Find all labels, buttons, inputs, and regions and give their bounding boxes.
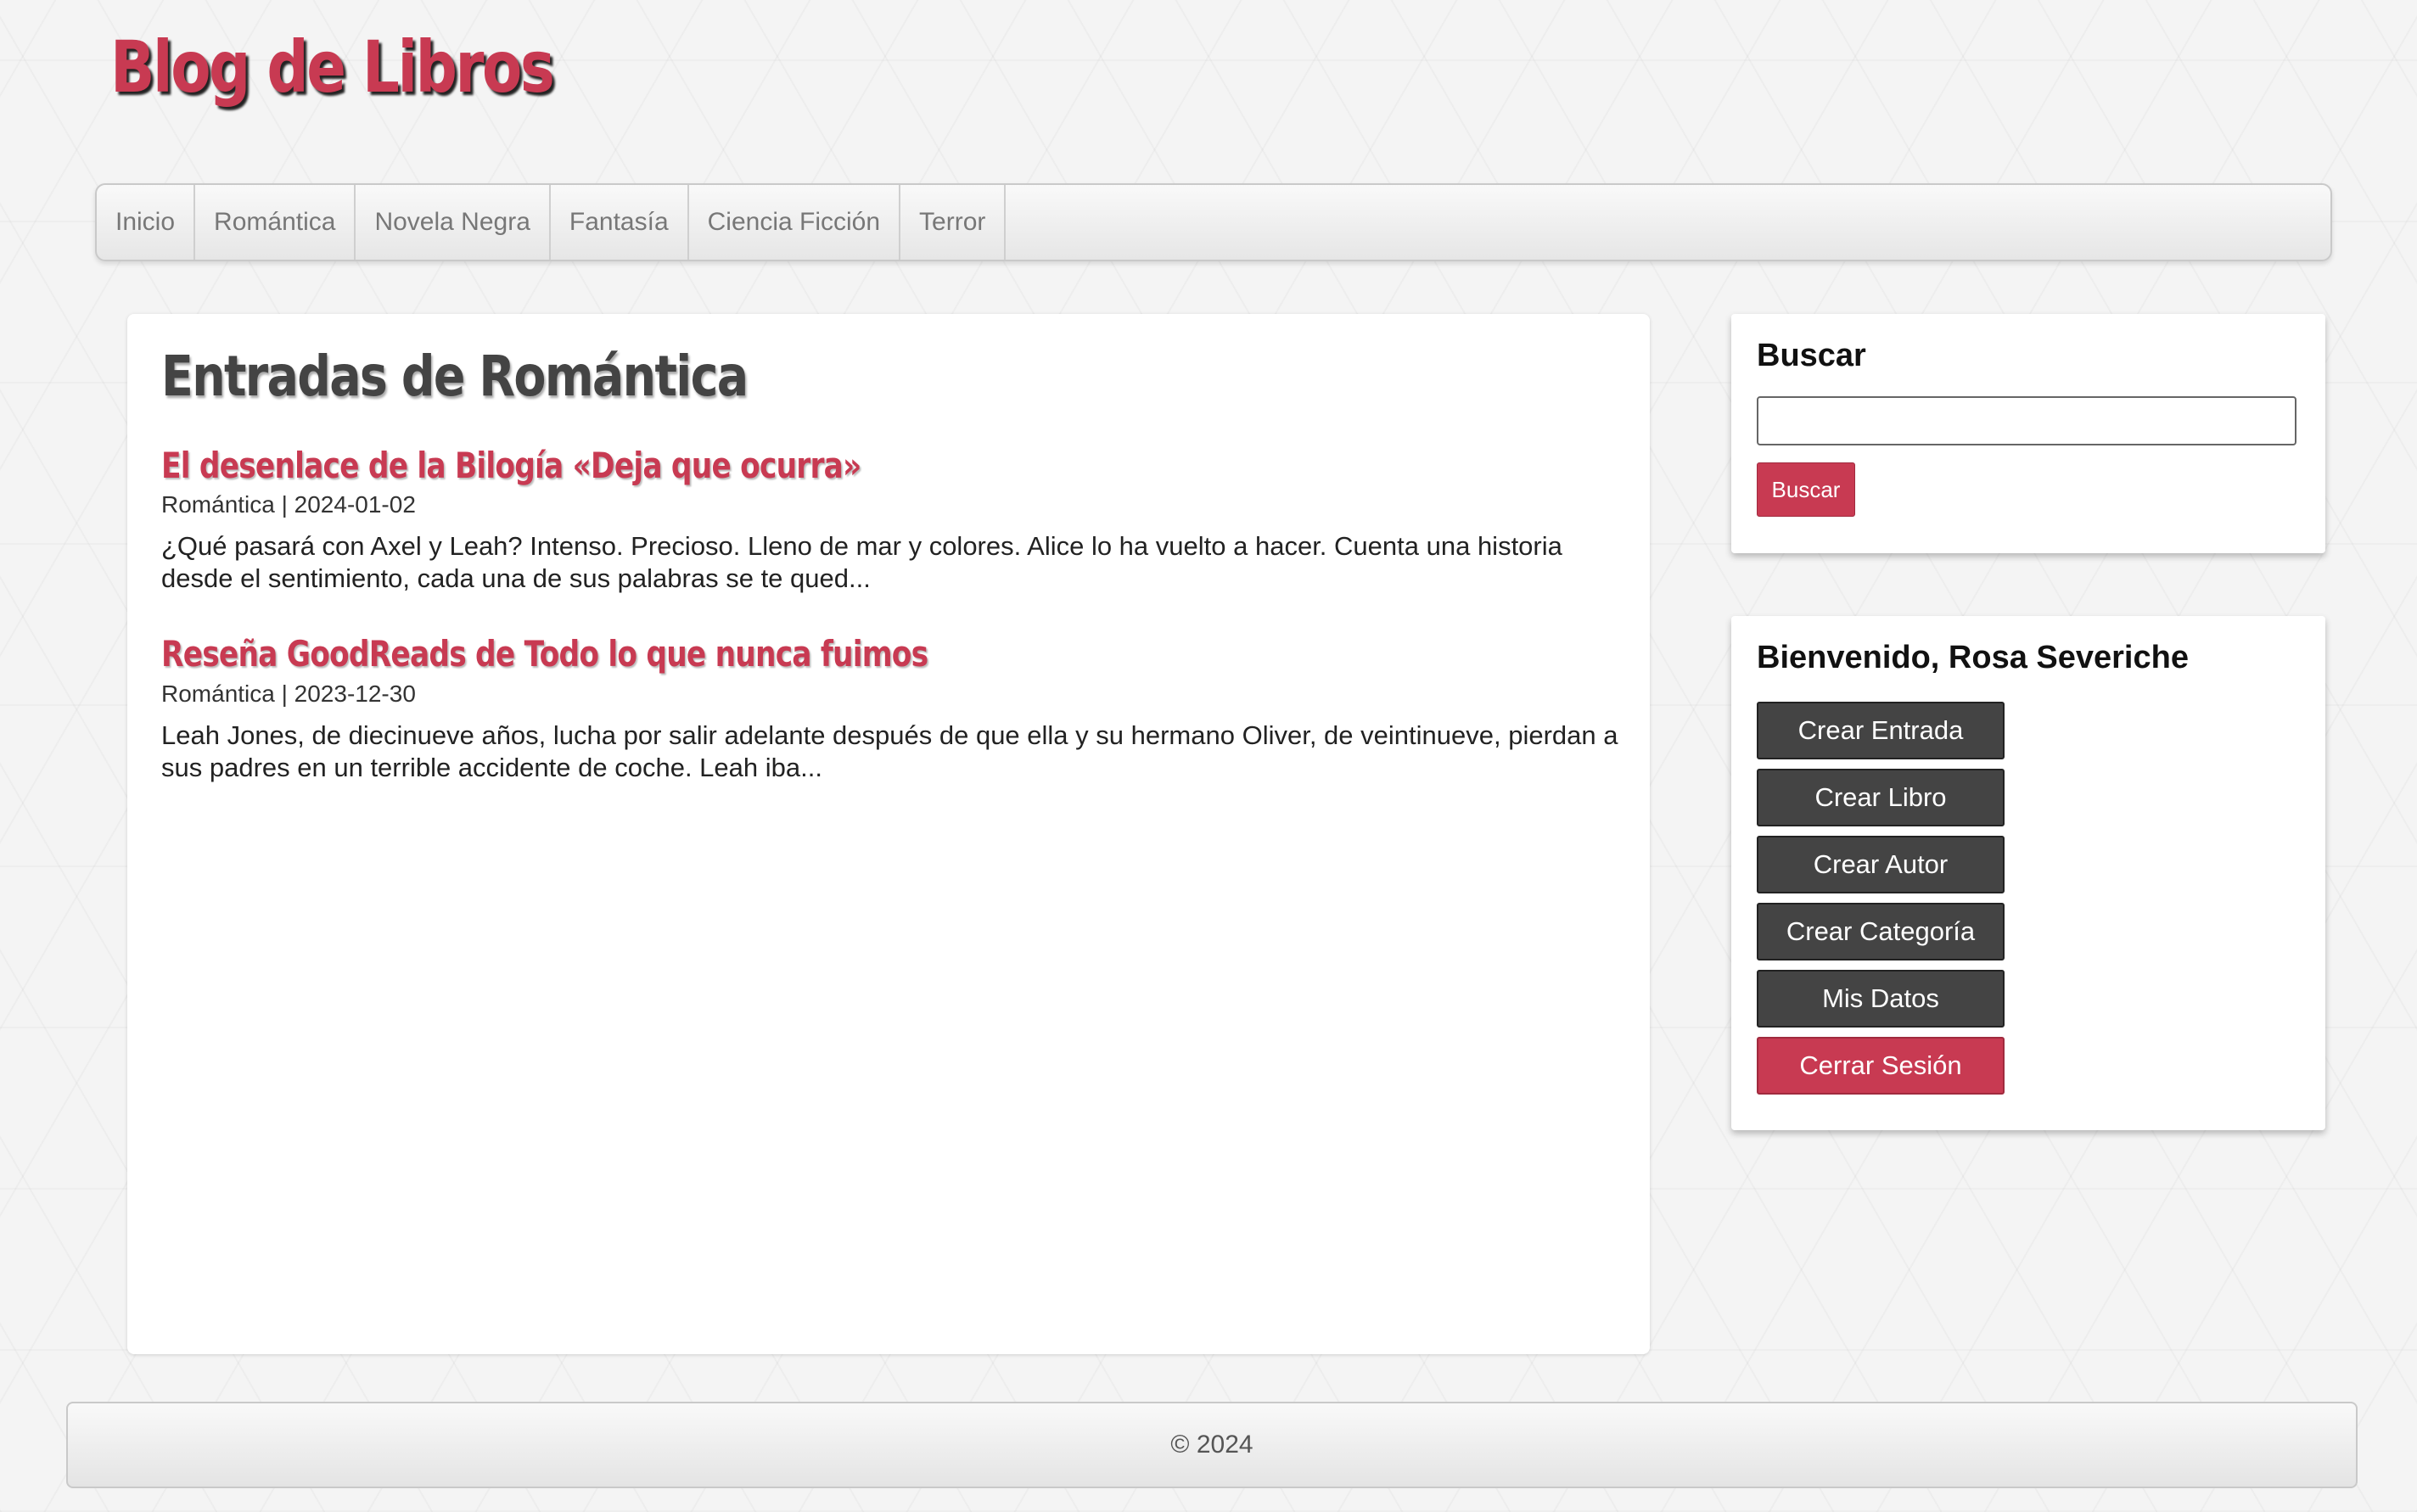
post-item: Reseña GoodReads de Todo lo que nunca fu… — [161, 634, 1618, 783]
post-item: El desenlace de la Bilogía «Deja que ocu… — [161, 445, 1616, 595]
nav-item-fantasia[interactable]: Fantasía — [551, 185, 689, 260]
main-content: Entradas de Romántica El desenlace de la… — [127, 314, 1650, 1354]
create-book-button[interactable]: Crear Libro — [1757, 769, 2005, 826]
page-title: Entradas de Romántica — [161, 344, 749, 409]
create-entry-button[interactable]: Crear Entrada — [1757, 702, 2005, 759]
post-excerpt: ¿Qué pasará con Axel y Leah? Intenso. Pr… — [161, 531, 1562, 594]
site-title[interactable]: Blog de Libros — [110, 25, 555, 109]
my-data-button[interactable]: Mis Datos — [1757, 970, 2005, 1028]
welcome-greeting: Bienvenido, Rosa Severiche — [1757, 640, 2189, 675]
search-input[interactable] — [1757, 396, 2296, 445]
create-category-button[interactable]: Crear Categoría — [1757, 903, 2005, 960]
nav-item-terror[interactable]: Terror — [900, 185, 1007, 260]
footer: © 2024 — [66, 1402, 2358, 1488]
footer-copyright: © 2024 — [1170, 1431, 1253, 1459]
logout-button[interactable]: Cerrar Sesión — [1757, 1037, 2005, 1095]
nav-item-romantica[interactable]: Romántica — [195, 185, 356, 260]
create-author-button[interactable]: Crear Autor — [1757, 836, 2005, 893]
search-widget: Buscar Buscar — [1731, 314, 2325, 553]
user-widget: Bienvenido, Rosa Severiche Crear Entrada… — [1731, 616, 2325, 1130]
search-button[interactable]: Buscar — [1757, 462, 1855, 517]
post-meta: Romántica | 2023-12-30 — [161, 680, 416, 707]
search-widget-title: Buscar — [1757, 338, 1866, 373]
post-title-link[interactable]: El desenlace de la Bilogía «Deja que ocu… — [161, 445, 1354, 486]
nav-item-ciencia-ficcion[interactable]: Ciencia Ficción — [689, 185, 901, 260]
post-title-link[interactable]: Reseña GoodReads de Todo lo que nunca fu… — [161, 634, 1354, 675]
user-action-list: Crear Entrada Crear Libro Crear Autor Cr… — [1757, 702, 2300, 1095]
main-nav: Inicio Romántica Novela Negra Fantasía C… — [95, 183, 2332, 261]
nav-item-inicio[interactable]: Inicio — [97, 185, 196, 260]
nav-item-novela-negra[interactable]: Novela Negra — [356, 185, 551, 260]
post-meta: Romántica | 2024-01-02 — [161, 491, 416, 518]
post-excerpt: Leah Jones, de diecinueve años, lucha po… — [161, 720, 1618, 782]
